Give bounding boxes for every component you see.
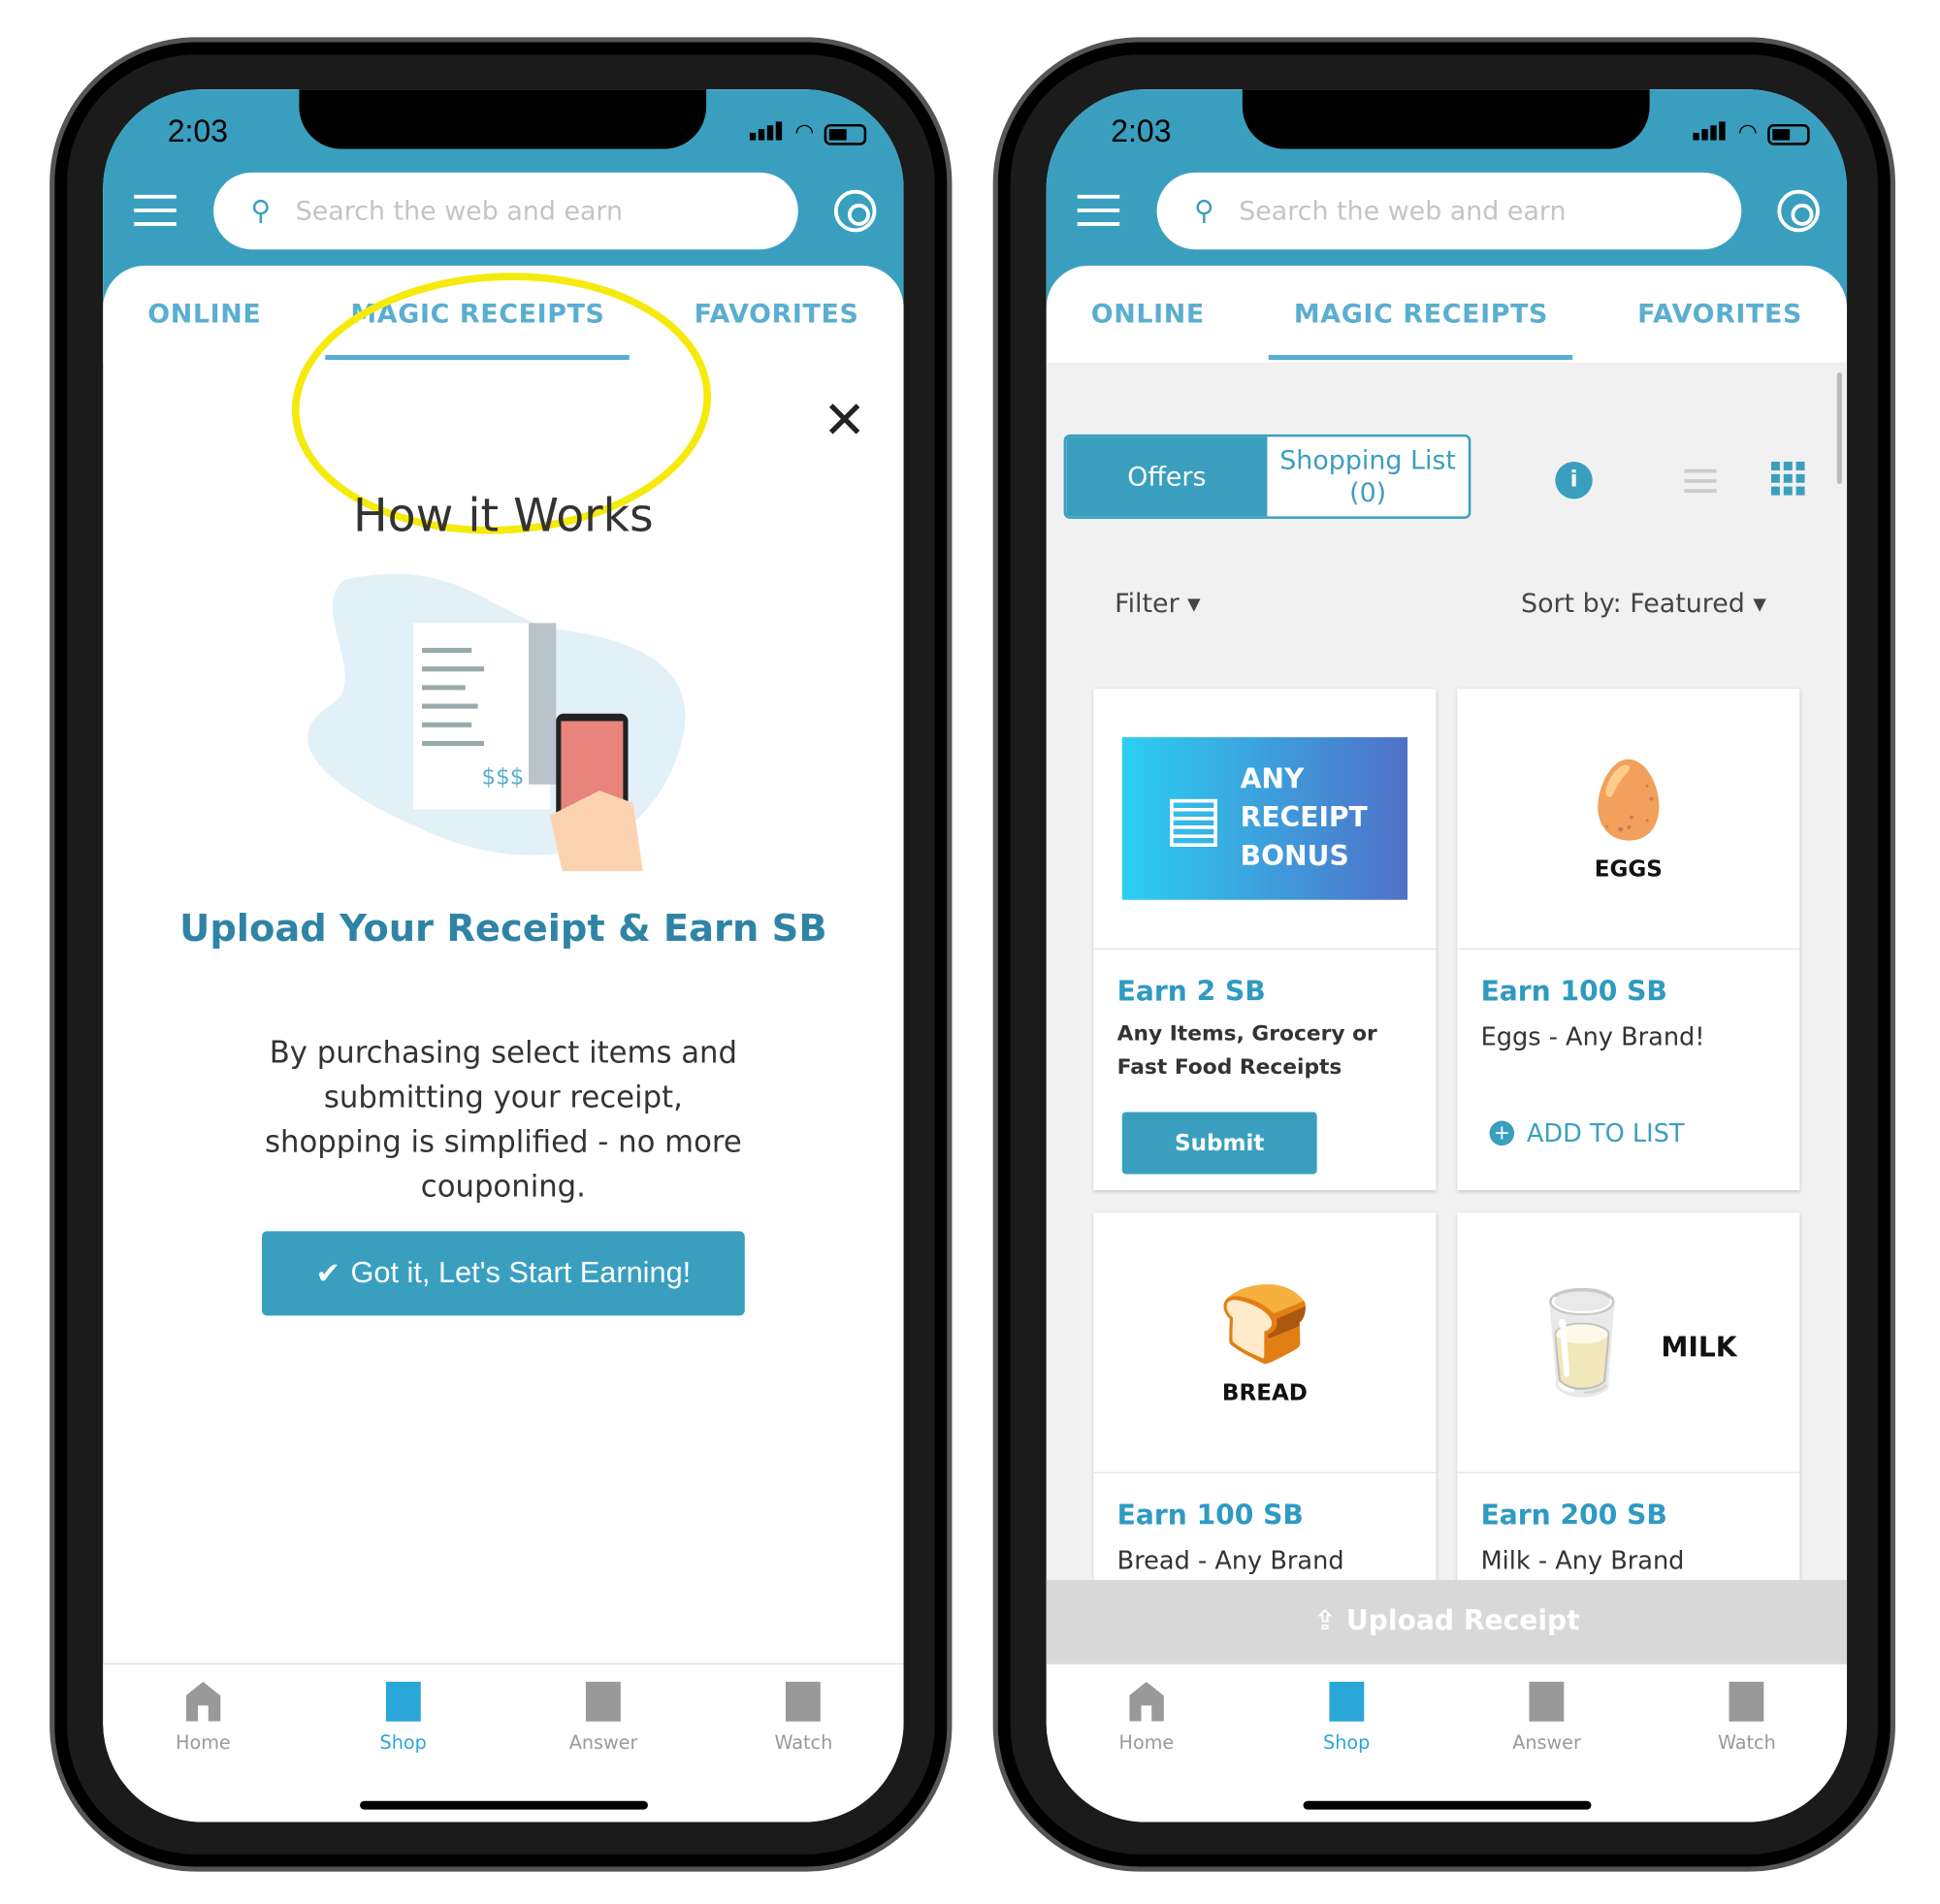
status-time: 2:03	[1111, 113, 1172, 149]
status-icons: ◠	[750, 118, 867, 145]
screen: 2:03 ◠ ⚲ Search the web and earn ONLINE M…	[1046, 89, 1848, 1823]
page-title: How it Works	[353, 489, 654, 543]
search-icon: ⚲	[1193, 195, 1214, 227]
upload-icon: ⇪	[1313, 1605, 1337, 1637]
status-icons: ◠	[1693, 118, 1810, 145]
wifi-icon: ◠	[794, 118, 815, 145]
home-indicator	[1303, 1800, 1592, 1810]
tab-favorites[interactable]: FAVORITES	[1613, 266, 1827, 363]
menu-icon[interactable]	[1077, 194, 1120, 236]
battery-icon	[824, 123, 867, 145]
offer-desc: Eggs - Any Brand!	[1480, 1021, 1705, 1051]
offer-earn: Earn 100 SB	[1480, 977, 1667, 1009]
status-time: 2:03	[167, 113, 229, 149]
nav-home[interactable]: Home	[141, 1681, 265, 1823]
settings-icon[interactable]	[833, 189, 877, 233]
menu-icon[interactable]	[134, 194, 177, 236]
upload-receipt-button[interactable]: ⇪ Upload Receipt	[1046, 1579, 1848, 1664]
receipt-icon: ▤	[1164, 782, 1223, 855]
video-icon	[1729, 1681, 1764, 1722]
search-icon: ⚲	[250, 195, 272, 227]
offer-card[interactable]: 🥚 EGGS Earn 100 SB Eggs - Any Brand! + ADD…	[1457, 689, 1800, 1191]
home-icon	[185, 1681, 221, 1722]
search-input[interactable]: ⚲ Search the web and earn	[1156, 172, 1742, 250]
illustration-text: $$$	[481, 765, 524, 791]
home-icon	[1128, 1681, 1164, 1722]
offer-earn: Earn 100 SB	[1116, 1501, 1304, 1533]
offers-panel: Offers Shopping List (0) i Filter ▾ Sort…	[1046, 362, 1848, 1710]
phone-left: 2:03 ◠ ⚲ Search the web and earn ONLINE M…	[49, 37, 953, 1872]
start-earning-button[interactable]: ✔ Got it, Let's Start Earning!	[261, 1231, 745, 1316]
screen: 2:03 ◠ ⚲ Search the web and earn ONLINE M…	[103, 89, 904, 1823]
settings-icon[interactable]	[1777, 189, 1820, 233]
tab-magic-receipts[interactable]: MAGIC RECEIPTS	[1269, 266, 1573, 363]
scrollbar[interactable]	[1836, 371, 1842, 485]
tab-online[interactable]: ONLINE	[123, 266, 286, 363]
home-indicator	[360, 1800, 648, 1810]
heading: Upload Your Receipt & Earn SB	[179, 907, 827, 952]
nav-watch[interactable]: Watch	[741, 1681, 865, 1823]
tab-bar: ONLINE MAGIC RECEIPTS FAVORITES	[1046, 265, 1848, 363]
offer-earn: Earn 2 SB	[1116, 977, 1266, 1009]
nav-watch[interactable]: Watch	[1685, 1681, 1809, 1823]
tab-favorites[interactable]: FAVORITES	[669, 266, 884, 363]
wifi-icon: ◠	[1737, 118, 1758, 145]
bonus-banner: ▤ ANY RECEIPT BONUS	[1121, 737, 1408, 900]
description: By purchasing select items and submittin…	[265, 1035, 742, 1205]
notch	[1242, 89, 1650, 149]
offer-desc: Milk - Any Brand	[1480, 1545, 1685, 1575]
submit-button[interactable]: Submit	[1121, 1112, 1317, 1175]
tab-online[interactable]: ONLINE	[1066, 266, 1229, 363]
bottom-nav: Home Shop Answer Watch	[1046, 1662, 1848, 1823]
nav-home[interactable]: Home	[1084, 1681, 1209, 1823]
phone-right: 2:03 ◠ ⚲ Search the web and earn ONLINE M…	[992, 37, 1895, 1872]
sort-dropdown[interactable]: Sort by: Featured ▾	[1521, 589, 1766, 619]
offer-desc: Any Items, Grocery or Fast Food Receipts	[1116, 1021, 1377, 1081]
segmented-control: Offers Shopping List (0)	[1063, 434, 1471, 519]
list-view-icon[interactable]	[1684, 468, 1717, 500]
battery-icon	[1767, 123, 1810, 145]
shop-icon	[385, 1681, 421, 1722]
clipboard-icon	[586, 1681, 621, 1722]
milk-icon: 🥛	[1520, 1283, 1644, 1400]
offer-earn: Earn 200 SB	[1480, 1501, 1667, 1533]
add-to-list-button[interactable]: + ADD TO LIST	[1489, 1118, 1800, 1148]
offer-desc: Bread - Any Brand	[1116, 1545, 1344, 1575]
search-input[interactable]: ⚲ Search the web and earn	[213, 172, 798, 250]
grid-view-icon[interactable]	[1770, 462, 1805, 496]
clipboard-icon	[1529, 1681, 1565, 1722]
video-icon	[786, 1681, 822, 1722]
segment-shopping-list[interactable]: Shopping List (0)	[1267, 436, 1469, 517]
signal-icon	[750, 121, 785, 145]
eggs-icon: 🥚	[1582, 756, 1675, 844]
notch	[299, 89, 707, 149]
plus-circle-icon: +	[1489, 1120, 1515, 1146]
bottom-nav: Home Shop Answer Watch	[103, 1662, 904, 1823]
bread-icon: 🍞	[1218, 1279, 1311, 1368]
segment-offers[interactable]: Offers	[1066, 436, 1268, 517]
offer-card[interactable]: ▤ ANY RECEIPT BONUS Earn 2 SB Any Items, …	[1093, 689, 1437, 1191]
shop-icon	[1329, 1681, 1365, 1722]
receipt-illustration: $$$	[307, 573, 686, 872]
check-icon: ✔	[315, 1256, 341, 1291]
close-icon[interactable]: ✕	[823, 390, 866, 451]
info-icon[interactable]: i	[1555, 462, 1593, 500]
signal-icon	[1693, 121, 1729, 145]
filter-dropdown[interactable]: Filter ▾	[1115, 589, 1201, 619]
